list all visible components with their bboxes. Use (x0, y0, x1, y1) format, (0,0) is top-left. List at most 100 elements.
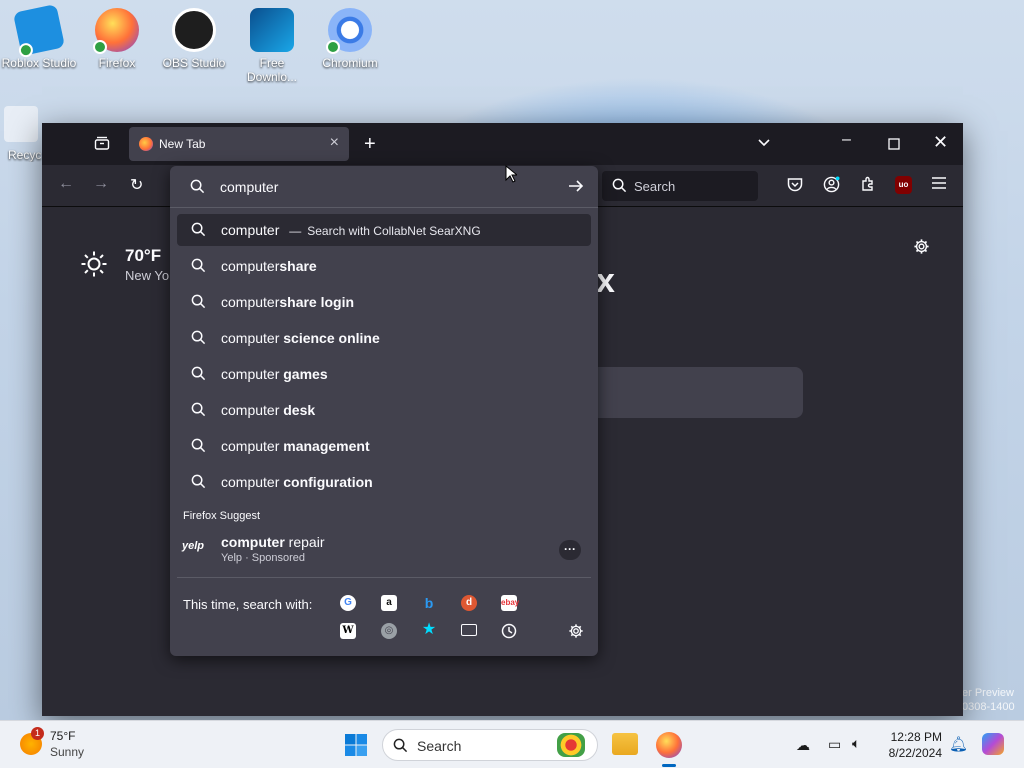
divider (177, 577, 591, 578)
sponsored-suggestion-row[interactable]: yelp computer repair Yelp · Sponsored ··… (177, 530, 591, 570)
free-download-manager-icon (250, 8, 294, 52)
firefox-favicon-icon (139, 137, 153, 151)
urlbar-value: computer (220, 179, 279, 195)
desktop-icon-label: Recyc (8, 148, 42, 162)
suggestion-row[interactable]: computer science online (177, 322, 591, 354)
sync-ok-icon (93, 40, 107, 54)
forward-arrow-icon[interactable]: → (93, 175, 109, 193)
suggestion-row[interactable]: computershare login (177, 286, 591, 318)
google-icon[interactable]: G (340, 595, 356, 611)
urlbar-input[interactable]: computer (170, 166, 598, 208)
extensions-icon[interactable] (860, 176, 876, 197)
desktop-icon-chromium[interactable]: Chromium (311, 8, 389, 70)
search-with-label: This time, search with: (183, 597, 313, 612)
taskbar-search-box[interactable]: Search (382, 729, 598, 761)
weather-widget[interactable]: 1 75°F Sunny (18, 727, 98, 763)
active-app-indicator (662, 764, 676, 767)
more-options-icon[interactable]: ··· (559, 540, 581, 560)
close-tab-icon[interactable]: × (330, 134, 339, 152)
suggestion-row[interactable]: computer management (177, 430, 591, 462)
windows-start-icon[interactable] (344, 733, 368, 760)
search-icon (190, 179, 205, 197)
pocket-icon[interactable] (787, 177, 803, 197)
desktop-icon-obs-studio[interactable]: OBS Studio (155, 8, 233, 70)
notification-badge: 1 (31, 727, 44, 740)
system-clock[interactable]: 12:28 PM 8/22/2024 (884, 729, 942, 761)
search-icon (191, 474, 206, 492)
amazon-icon[interactable]: a (381, 595, 397, 611)
desktop-icon-firefox[interactable]: Firefox (78, 8, 156, 70)
mouse-cursor-icon (505, 164, 519, 186)
search-settings-gear-icon[interactable] (568, 623, 584, 639)
sponsored-meta: Yelp · Sponsored (221, 552, 305, 564)
newtab-search-box[interactable] (598, 367, 803, 418)
windows-watermark: er Preview 0308-1400 (962, 687, 1015, 713)
ebay-icon[interactable]: ebay (501, 595, 519, 611)
search-icon (191, 402, 206, 420)
hamburger-menu-icon[interactable] (931, 176, 947, 195)
file-explorer-icon[interactable] (612, 733, 638, 755)
volume-icon[interactable]: 🔈︎ (852, 735, 860, 752)
newtab-weather-location: New Yo (125, 268, 170, 283)
weather-temp: 75°F (50, 729, 76, 743)
bing-icon[interactable]: b (421, 595, 437, 611)
sync-ok-icon (326, 40, 340, 54)
tab-new-tab[interactable]: New Tab × (129, 127, 349, 161)
desktop-icon-free-download-manager[interactable]: Free Downlo... (233, 8, 311, 84)
searxng-icon[interactable]: ◎ (381, 623, 397, 639)
recycle-bin-icon (4, 106, 38, 142)
history-clock-icon[interactable] (501, 623, 517, 639)
newtab-settings-gear-icon[interactable] (913, 238, 930, 260)
newtab-weather-temp: 70°F (125, 246, 162, 265)
search-highlight-icon (557, 733, 585, 757)
desktop-icon-label: Roblox Studio (1, 56, 77, 70)
display-icon[interactable]: ▭ (828, 736, 841, 753)
go-arrow-icon[interactable] (568, 178, 584, 197)
new-tab-plus-icon[interactable]: + (364, 133, 376, 156)
search-icon (393, 738, 408, 756)
desktop-icon-label: Firefox (98, 56, 136, 70)
roblox-studio-icon (12, 3, 66, 59)
urlbar-dropdown: computer computer — Search with CollabNet… (170, 166, 598, 656)
copilot-icon[interactable] (982, 733, 1004, 755)
duckduckgo-icon[interactable]: d (461, 595, 477, 611)
search-icon (191, 438, 206, 456)
desktop-icon-roblox-studio[interactable]: Roblox Studio (0, 3, 78, 70)
search-icon (191, 294, 206, 312)
close-window-icon[interactable]: ✕ (933, 132, 948, 153)
maximize-window-icon[interactable] (888, 137, 900, 155)
toolbar-search-box[interactable]: Search (602, 171, 758, 201)
onedrive-sync-icon[interactable]: ☁ (796, 737, 810, 754)
desktop-icon-label: Chromium (322, 56, 378, 70)
ublock-origin-icon[interactable]: uo (895, 176, 912, 194)
suggestion-row-search-with-engine[interactable]: computer — Search with CollabNet SearXNG (177, 214, 591, 246)
wikipedia-icon[interactable]: W (340, 623, 356, 639)
search-icon (191, 258, 206, 276)
obs-studio-icon (172, 8, 216, 52)
list-all-tabs-chevron-icon[interactable] (757, 135, 771, 154)
firefox-suggest-heading: Firefox Suggest (183, 510, 261, 522)
suggestion-row[interactable]: computer desk (177, 394, 591, 426)
account-icon[interactable] (823, 176, 840, 198)
desktop-icon-recycle-bin[interactable]: Recyc (0, 106, 42, 162)
suggestion-row[interactable]: computershare (177, 250, 591, 282)
taskbar-search-placeholder: Search (417, 738, 462, 754)
notification-bell-icon[interactable]: 🔔︎ (949, 735, 968, 753)
tabs-icon[interactable] (461, 624, 477, 636)
tab-title: New Tab (159, 137, 206, 151)
firefox-taskbar-icon[interactable] (656, 732, 682, 758)
back-arrow-icon[interactable]: ← (58, 175, 74, 193)
tab-groups-icon[interactable] (94, 135, 110, 156)
yelp-logo-icon: yelp (182, 540, 205, 552)
minimize-window-icon[interactable]: – (842, 131, 851, 149)
chromium-icon (326, 8, 372, 54)
bookmarks-star-icon[interactable]: ★ (421, 622, 437, 638)
suggestion-row[interactable]: computer configuration (177, 466, 591, 498)
search-icon (191, 330, 206, 348)
sun-icon (80, 250, 108, 281)
suggestion-row[interactable]: computer games (177, 358, 591, 390)
reload-icon[interactable]: ↻ (130, 175, 143, 195)
desktop-icon-label: Free Downlo... (246, 56, 298, 84)
firefox-wordmark-fragment: x (596, 262, 615, 300)
windows-taskbar: 1 75°F Sunny Search ☁ ▭ 🔈︎ 12:28 PM 8/22… (0, 720, 1024, 768)
